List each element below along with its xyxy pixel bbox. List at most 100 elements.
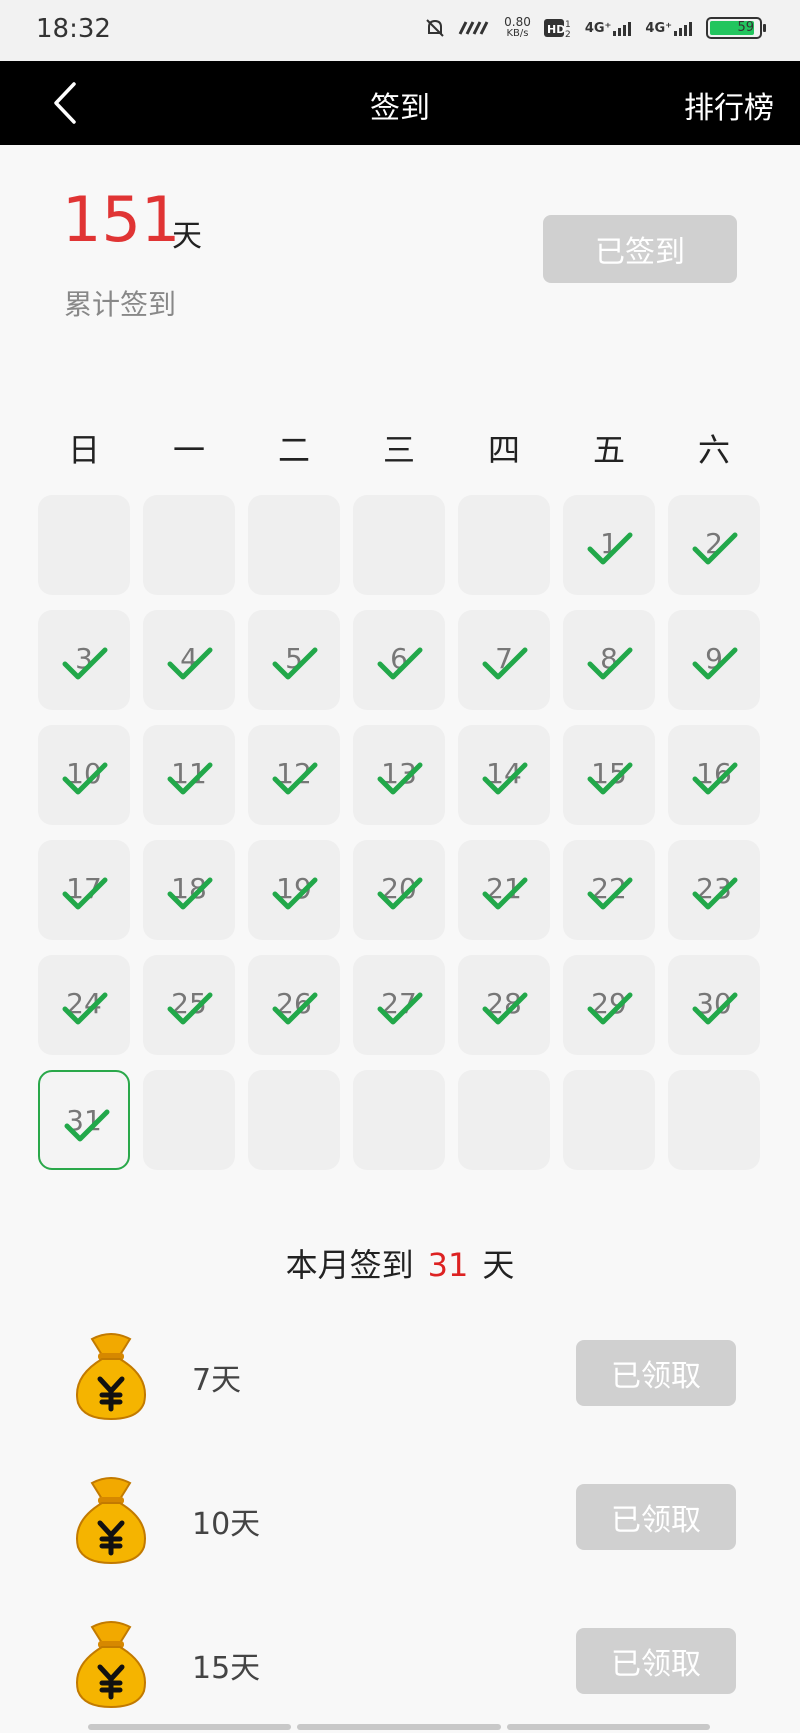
signal-1: 4G⁺ <box>585 20 634 36</box>
calendar-day: 15 <box>563 725 655 825</box>
status-icons: 0.80 KB/s HD 1 2 4G⁺ 4G⁺ 59 <box>424 15 766 40</box>
month-summary-prefix: 本月签到 <box>285 1246 414 1284</box>
calendar-empty-cell <box>143 1070 235 1170</box>
check-icon <box>64 1109 110 1142</box>
calendar-day: 20 <box>353 840 445 940</box>
svg-text:1: 1 <box>565 20 571 30</box>
calendar-empty-cell <box>38 495 130 595</box>
calendar-empty-cell <box>353 1070 445 1170</box>
check-icon <box>377 762 423 795</box>
weekday-label: 六 <box>697 431 730 469</box>
check-icon <box>692 647 738 680</box>
check-icon <box>62 762 108 795</box>
reward-days: 7天 <box>192 1363 242 1398</box>
calendar-day: 1 <box>563 495 655 595</box>
nav-bar: 签到 排行榜 <box>0 61 800 145</box>
calendar-day: 14 <box>458 725 550 825</box>
calendar-day: 27 <box>353 955 445 1055</box>
page-title: 签到 <box>370 91 430 126</box>
claimed-button[interactable]: 已领取 <box>576 1484 736 1550</box>
check-icon <box>167 647 213 680</box>
calendar-empty-cell <box>353 495 445 595</box>
claimed-button[interactable]: 已领取 <box>576 1628 736 1694</box>
signal-bars-icon <box>613 22 632 36</box>
home-indicator <box>88 1724 710 1730</box>
calendar-day: 24 <box>38 955 130 1055</box>
check-icon <box>587 992 633 1025</box>
calendar-day: 28 <box>458 955 550 1055</box>
leaderboard-link[interactable]: 排行榜 <box>684 83 774 127</box>
calendar-day: 29 <box>563 955 655 1055</box>
calendar-empty-cell <box>458 495 550 595</box>
check-icon <box>692 532 738 565</box>
check-icon <box>62 647 108 680</box>
check-icon <box>587 647 633 680</box>
calendar-day: 6 <box>353 610 445 710</box>
check-icon <box>692 992 738 1025</box>
svg-text:2: 2 <box>565 30 571 39</box>
signed-in-button[interactable]: 已签到 <box>543 215 737 283</box>
calendar-day: 23 <box>668 840 760 940</box>
month-checkin-count: 31 <box>427 1246 469 1284</box>
calendar-empty-cell <box>248 495 340 595</box>
reward-icon <box>62 1613 160 1711</box>
weekday-label: 四 <box>487 431 520 469</box>
check-icon <box>272 877 318 910</box>
calendar-empty-cell <box>563 1070 655 1170</box>
reward-item: 10天 已领取 <box>0 1469 800 1569</box>
calendar-day: 4 <box>143 610 235 710</box>
check-icon <box>482 647 528 680</box>
bell-off-icon <box>426 19 444 37</box>
calendar-day: 11 <box>143 725 235 825</box>
check-icon <box>272 762 318 795</box>
check-icon <box>587 762 633 795</box>
total-days-label: 累计签到 <box>64 288 177 321</box>
weekday-header: 日一二三四五六 <box>0 425 800 481</box>
calendar-day: 13 <box>353 725 445 825</box>
checkin-summary: 151 天 累计签到 已签到 <box>0 145 800 355</box>
calendar-day: 2 <box>668 495 760 595</box>
calendar-day: 26 <box>248 955 340 1055</box>
calendar-day: 3 <box>38 610 130 710</box>
check-icon <box>482 762 528 795</box>
battery-icon: 59 <box>706 17 766 39</box>
month-summary-suffix: 天 <box>482 1246 515 1284</box>
month-checkin-summary: 本月签到 31 天 <box>0 1240 800 1286</box>
calendar-day: 30 <box>668 955 760 1055</box>
calendar-empty-cell <box>458 1070 550 1170</box>
calendar-empty-cell <box>668 1070 760 1170</box>
status-time: 18:32 <box>36 14 111 44</box>
calendar-day: 7 <box>458 610 550 710</box>
calendar-day: 12 <box>248 725 340 825</box>
check-icon <box>272 992 318 1025</box>
signal-2: 4G⁺ <box>645 20 694 36</box>
status-bar: 18:32 0.80 KB/s HD 1 2 4G⁺ 4G⁺ 59 <box>0 0 800 61</box>
signal-bars-icon <box>674 22 692 36</box>
check-icon <box>377 647 423 680</box>
check-icon <box>167 992 213 1025</box>
calendar-empty-cell <box>143 495 235 595</box>
claimed-button[interactable]: 已领取 <box>576 1340 736 1406</box>
money-bag-icon <box>76 1477 146 1565</box>
check-icon <box>482 877 528 910</box>
calendar-day: 5 <box>248 610 340 710</box>
total-days-unit: 天 <box>172 219 202 254</box>
calendar-day: 10 <box>38 725 130 825</box>
network-speed: 0.80 KB/s <box>504 15 531 39</box>
check-icon <box>167 877 213 910</box>
hd-icon: HD 1 2 <box>543 19 571 39</box>
calendar-empty-cell <box>248 1070 340 1170</box>
calendar-day: 17 <box>38 840 130 940</box>
check-icon <box>692 877 738 910</box>
check-icon <box>377 992 423 1025</box>
reward-days: 10天 <box>192 1507 261 1542</box>
check-icon <box>377 877 423 910</box>
vibrate-icon <box>458 21 489 35</box>
weekday-label: 日 <box>67 431 100 469</box>
check-icon <box>62 992 108 1025</box>
check-icon <box>692 762 738 795</box>
reward-item: 15天 已领取 <box>0 1613 800 1713</box>
reward-icon <box>62 1469 160 1567</box>
check-icon <box>167 762 213 795</box>
reward-icon <box>62 1325 160 1423</box>
